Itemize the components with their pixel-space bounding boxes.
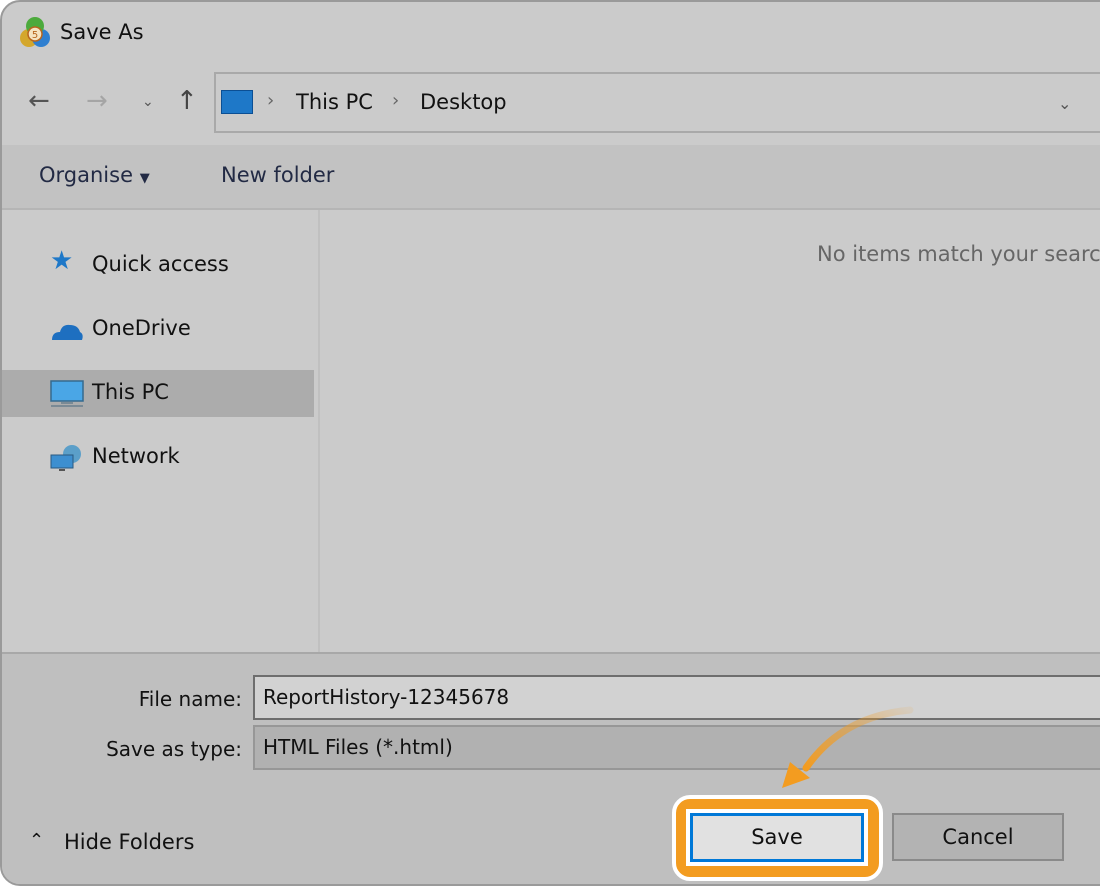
back-button[interactable]: ← — [28, 86, 50, 116]
new-folder-button[interactable]: New folder — [221, 163, 334, 187]
sidebar-item-label: Quick access — [92, 252, 229, 276]
sidebar-item-onedrive[interactable]: OneDrive — [2, 306, 314, 353]
sidebar-item-label: Network — [92, 444, 180, 468]
sidebar-item-label: This PC — [92, 380, 169, 404]
pane-divider[interactable] — [318, 210, 320, 654]
desktop-icon — [221, 90, 253, 114]
sidebar-item-label: OneDrive — [92, 316, 191, 340]
empty-message: No items match your search. — [817, 242, 1100, 266]
cancel-button[interactable]: Cancel — [892, 813, 1064, 861]
star-icon: ★ — [50, 246, 74, 276]
breadcrumb-separator: › — [267, 90, 275, 111]
save-button[interactable]: Save — [686, 809, 868, 866]
chevron-up-icon[interactable]: ⌃ — [29, 830, 44, 851]
recent-locations-chevron-icon[interactable]: ⌄ — [142, 94, 154, 110]
pointer-arrow-icon — [782, 706, 914, 788]
save-as-type-select[interactable]: HTML Files (*.html) — [253, 725, 1100, 770]
breadcrumb-separator: › — [392, 90, 400, 111]
address-dropdown-chevron-icon[interactable]: ⌄ — [1058, 94, 1071, 113]
save-as-type-label: Save as type: — [106, 737, 242, 761]
save-as-dialog: 5 Save As ← → ⌄ ↑ › This PC › Desktop ⌄ … — [0, 0, 1100, 886]
forward-button[interactable]: → — [86, 86, 108, 116]
breadcrumb-desktop[interactable]: Desktop — [420, 90, 507, 114]
file-name-label: File name: — [138, 687, 242, 711]
network-icon — [50, 445, 81, 471]
organise-button[interactable]: Organise ▼ — [39, 163, 150, 187]
file-name-input[interactable]: ReportHistory-12345678 — [253, 675, 1100, 720]
sidebar-item-this-pc[interactable]: This PC — [2, 370, 314, 417]
hide-folders-button[interactable]: Hide Folders — [64, 830, 194, 854]
cloud-icon — [52, 324, 83, 340]
toolbar — [2, 145, 1100, 210]
monitor-icon — [50, 380, 84, 407]
sidebar-item-quick-access[interactable]: ★ Quick access — [2, 242, 314, 289]
organise-label: Organise — [39, 163, 133, 187]
window-title: Save As — [60, 20, 144, 44]
sidebar-item-network[interactable]: Network — [2, 434, 314, 481]
up-button[interactable]: ↑ — [176, 86, 198, 116]
caret-down-icon: ▼ — [139, 171, 150, 186]
breadcrumb-this-pc[interactable]: This PC — [296, 90, 373, 114]
app-icon: 5 — [20, 17, 50, 47]
svg-text:5: 5 — [32, 30, 38, 41]
